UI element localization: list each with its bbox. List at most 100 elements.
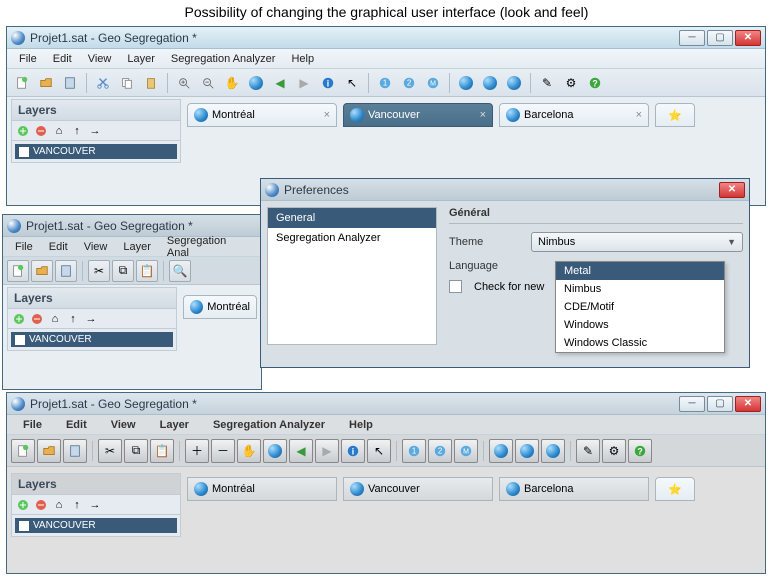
globe4-icon[interactable] — [503, 72, 525, 94]
tab-close-icon[interactable]: × — [480, 109, 486, 121]
tab-montreal[interactable]: Montréal× — [187, 103, 337, 127]
tab-montreal[interactable]: Montréal — [187, 477, 337, 501]
layer-home-icon[interactable]: ⌂ — [51, 497, 67, 513]
layer-checkbox[interactable] — [19, 147, 29, 157]
forward-icon[interactable]: ▶ — [293, 72, 315, 94]
cut-icon[interactable]: ✂ — [88, 260, 110, 282]
menu-file[interactable]: File — [13, 417, 52, 433]
maximize-button[interactable]: ▢ — [707, 396, 733, 412]
new-icon[interactable] — [11, 72, 33, 94]
menu-layer[interactable]: Layer — [121, 51, 161, 67]
tab-barcelona[interactable]: Barcelona× — [499, 103, 649, 127]
menu-analyzer[interactable]: Segregation Analyzer — [203, 417, 335, 433]
close-button[interactable]: ✕ — [735, 396, 761, 412]
tab-close-icon[interactable]: × — [636, 109, 642, 121]
zoom-in-icon[interactable]: 🔍 — [169, 260, 191, 282]
layer-next-icon[interactable]: → — [87, 497, 103, 513]
layer-up-icon[interactable]: ↑ — [69, 123, 85, 139]
save-icon[interactable] — [55, 260, 77, 282]
close-button[interactable]: ✕ — [735, 30, 761, 46]
back-icon[interactable]: ◀ — [269, 72, 291, 94]
copy-icon[interactable]: ⧉ — [124, 439, 148, 463]
wand-icon[interactable]: ✎ — [536, 72, 558, 94]
tab-barcelona[interactable]: Barcelona — [499, 477, 649, 501]
menu-edit[interactable]: Edit — [43, 239, 74, 255]
back-icon[interactable]: ◀ — [289, 439, 313, 463]
m-icon[interactable]: M — [454, 439, 478, 463]
pointer-icon[interactable]: ↖ — [367, 439, 391, 463]
prefs-nav-analyzer[interactable]: Segregation Analyzer — [268, 228, 436, 248]
add-layer-icon[interactable] — [11, 311, 27, 327]
globe4-icon[interactable] — [541, 439, 565, 463]
paste-icon[interactable]: 📋 — [150, 439, 174, 463]
remove-layer-icon[interactable] — [33, 123, 49, 139]
new-tab-button[interactable]: ⭐ — [655, 477, 695, 501]
globe3-icon[interactable] — [515, 439, 539, 463]
layer-next-icon[interactable]: → — [83, 311, 99, 327]
help-icon[interactable]: ? — [584, 72, 606, 94]
m-icon[interactable]: M — [422, 72, 444, 94]
theme-option-windows[interactable]: Windows — [556, 316, 724, 334]
titlebar[interactable]: Projet1.sat - Geo Segregation * ─ ▢ ✕ — [7, 393, 765, 415]
paste-icon[interactable] — [140, 72, 162, 94]
layer-item[interactable]: VANCOUVER — [11, 332, 173, 347]
layer-checkbox[interactable] — [15, 335, 25, 345]
menu-help[interactable]: Help — [339, 417, 383, 433]
titlebar[interactable]: Preferences ✕ — [261, 179, 749, 201]
zoom-in-icon[interactable]: ＋ — [185, 439, 209, 463]
tab-montreal[interactable]: Montréal — [183, 295, 257, 319]
minimize-button[interactable]: ─ — [679, 396, 705, 412]
two-icon[interactable]: 2 — [428, 439, 452, 463]
layer-item[interactable]: VANCOUVER — [15, 518, 177, 533]
save-icon[interactable] — [63, 439, 87, 463]
save-icon[interactable] — [59, 72, 81, 94]
globe2-icon[interactable] — [455, 72, 477, 94]
menu-view[interactable]: View — [78, 239, 114, 255]
menu-analyzer[interactable]: Segregation Anal — [161, 233, 255, 261]
layer-home-icon[interactable]: ⌂ — [47, 311, 63, 327]
open-icon[interactable] — [31, 260, 53, 282]
layer-up-icon[interactable]: ↑ — [65, 311, 81, 327]
menu-file[interactable]: File — [13, 51, 43, 67]
titlebar[interactable]: Projet1.sat - Geo Segregation * ─ ▢ ✕ — [7, 27, 765, 49]
two-icon[interactable]: 2 — [398, 72, 420, 94]
open-icon[interactable] — [35, 72, 57, 94]
tab-vancouver[interactable]: Vancouver — [343, 477, 493, 501]
menu-file[interactable]: File — [9, 239, 39, 255]
cut-icon[interactable] — [92, 72, 114, 94]
zoom-out-icon[interactable]: － — [211, 439, 235, 463]
menu-layer[interactable]: Layer — [150, 417, 199, 433]
pointer-icon[interactable]: ↖ — [341, 72, 363, 94]
copy-icon[interactable] — [116, 72, 138, 94]
pan-icon[interactable]: ✋ — [221, 72, 243, 94]
info-icon[interactable]: i — [317, 72, 339, 94]
layer-item[interactable]: VANCOUVER — [15, 144, 177, 159]
close-button[interactable]: ✕ — [719, 182, 745, 198]
maximize-button[interactable]: ▢ — [707, 30, 733, 46]
menu-analyzer[interactable]: Segregation Analyzer — [165, 51, 282, 67]
check-updates-checkbox[interactable] — [449, 280, 462, 293]
tab-close-icon[interactable]: × — [324, 109, 330, 121]
layer-next-icon[interactable]: → — [87, 123, 103, 139]
globe-icon[interactable] — [263, 439, 287, 463]
forward-icon[interactable]: ▶ — [315, 439, 339, 463]
menu-edit[interactable]: Edit — [47, 51, 78, 67]
theme-option-cde[interactable]: CDE/Motif — [556, 298, 724, 316]
menu-edit[interactable]: Edit — [56, 417, 97, 433]
gear-icon[interactable]: ⚙ — [560, 72, 582, 94]
layer-checkbox[interactable] — [19, 521, 29, 531]
layer-up-icon[interactable]: ↑ — [69, 497, 85, 513]
info-icon[interactable]: i — [341, 439, 365, 463]
theme-option-classic[interactable]: Windows Classic — [556, 334, 724, 352]
paste-icon[interactable]: 📋 — [136, 260, 158, 282]
globe-icon[interactable] — [245, 72, 267, 94]
new-tab-button[interactable]: ⭐ — [655, 103, 695, 127]
wand-icon[interactable]: ✎ — [576, 439, 600, 463]
copy-icon[interactable]: ⧉ — [112, 260, 134, 282]
remove-layer-icon[interactable] — [33, 497, 49, 513]
add-layer-icon[interactable] — [15, 123, 31, 139]
gear-icon[interactable]: ⚙ — [602, 439, 626, 463]
cut-icon[interactable]: ✂ — [98, 439, 122, 463]
one-icon[interactable]: 1 — [374, 72, 396, 94]
minimize-button[interactable]: ─ — [679, 30, 705, 46]
